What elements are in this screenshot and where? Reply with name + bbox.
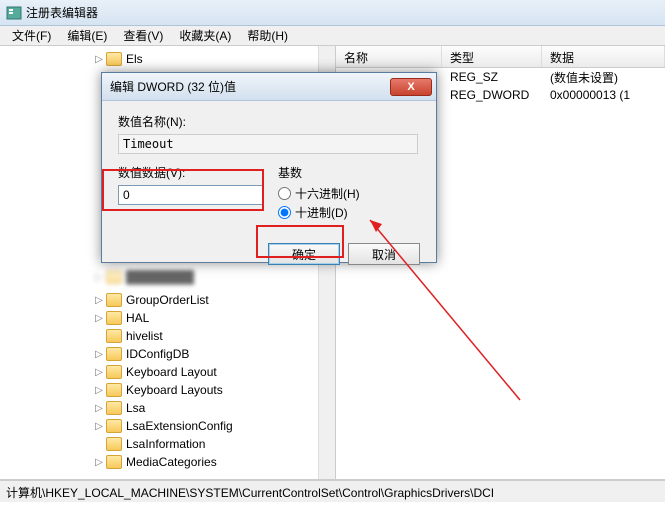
tree-item-label: GroupOrderList xyxy=(126,293,209,307)
folder-icon xyxy=(106,311,122,325)
statusbar: 计算机\HKEY_LOCAL_MACHINE\SYSTEM\CurrentCon… xyxy=(0,480,665,502)
tree-item-label: Els xyxy=(126,52,143,66)
tree-item-label: MediaCategories xyxy=(126,455,217,469)
tree-item[interactable]: ▷ MediaCategories xyxy=(0,453,318,471)
tree-item-label: Keyboard Layout xyxy=(126,365,217,379)
value-data-input[interactable] xyxy=(118,185,264,205)
app-icon xyxy=(6,5,22,21)
radio-dec[interactable]: 十进制(D) xyxy=(278,204,360,221)
tree-item-label: LsaInformation xyxy=(126,437,205,451)
window-title: 注册表编辑器 xyxy=(26,4,98,21)
radio-hex-label: 十六进制(H) xyxy=(295,185,360,202)
cell-data: 0x00000013 (1 xyxy=(542,88,665,102)
radio-dec-input[interactable] xyxy=(278,206,291,219)
radio-hex[interactable]: 十六进制(H) xyxy=(278,185,360,202)
col-header-type[interactable]: 类型 xyxy=(442,46,542,67)
base-label: 基数 xyxy=(278,164,360,181)
window-titlebar: 注册表编辑器 xyxy=(0,0,665,26)
menu-file[interactable]: 文件(F) xyxy=(4,25,59,46)
value-data-label: 数值数据(V): xyxy=(118,164,278,181)
tree-item[interactable]: ▷ IDConfigDB xyxy=(0,345,318,363)
tree-item-label: Lsa xyxy=(126,401,145,415)
ok-button[interactable]: 确定 xyxy=(268,243,340,265)
tree-item[interactable]: ▷ Keyboard Layout xyxy=(0,363,318,381)
tree-item[interactable]: LsaInformation xyxy=(0,435,318,453)
expand-icon[interactable]: ▷ xyxy=(92,313,106,324)
dialog-titlebar[interactable]: 编辑 DWORD (32 位)值 X xyxy=(102,73,436,101)
tree-item-label: HAL xyxy=(126,311,149,325)
cell-type: REG_DWORD xyxy=(442,88,542,102)
value-name-field: Timeout xyxy=(118,134,418,154)
close-icon: X xyxy=(407,81,414,93)
col-header-name[interactable]: 名称 xyxy=(336,46,442,67)
dialog-title: 编辑 DWORD (32 位)值 xyxy=(110,78,236,95)
dialog-body: 数值名称(N): Timeout 数值数据(V): 基数 十六进制(H) 十进制… xyxy=(102,101,436,235)
folder-icon xyxy=(106,347,122,361)
list-header: 名称 类型 数据 xyxy=(336,46,665,68)
tree-item[interactable]: ▷ GroupOrderList xyxy=(0,291,318,309)
tree-item-label: hivelist xyxy=(126,329,163,343)
tree-item-label: LsaExtensionConfig xyxy=(126,419,233,433)
tree-item[interactable]: ▷ Keyboard Layouts xyxy=(0,381,318,399)
folder-icon xyxy=(106,383,122,397)
tree-item[interactable]: ▷ LsaExtensionConfig xyxy=(0,417,318,435)
radio-hex-input[interactable] xyxy=(278,187,291,200)
expand-icon[interactable]: ▷ xyxy=(92,349,106,360)
cell-type: REG_SZ xyxy=(442,70,542,84)
folder-icon xyxy=(106,437,122,451)
menu-edit[interactable]: 编辑(E) xyxy=(59,25,115,46)
expand-icon[interactable]: ▷ xyxy=(92,385,106,396)
menu-help[interactable]: 帮助(H) xyxy=(239,25,296,46)
folder-icon xyxy=(106,365,122,379)
col-header-data[interactable]: 数据 xyxy=(542,46,665,67)
tree-item-label: Keyboard Layouts xyxy=(126,383,223,397)
folder-icon xyxy=(106,293,122,307)
radio-dec-label: 十进制(D) xyxy=(295,204,348,221)
tree-item[interactable]: ▷ Els xyxy=(0,50,335,68)
close-button[interactable]: X xyxy=(390,78,432,96)
folder-icon xyxy=(106,52,122,66)
expand-icon[interactable]: ▷ xyxy=(92,421,106,432)
cell-data: (数值未设置) xyxy=(542,69,665,86)
tree-item[interactable]: hivelist xyxy=(0,327,318,345)
folder-icon xyxy=(106,455,122,469)
expand-icon[interactable]: ▷ xyxy=(92,403,106,414)
menu-view[interactable]: 查看(V) xyxy=(115,25,171,46)
menubar: 文件(F) 编辑(E) 查看(V) 收藏夹(A) 帮助(H) xyxy=(0,26,665,46)
tree-item[interactable]: ▷ HAL xyxy=(0,309,318,327)
value-name-label: 数值名称(N): xyxy=(118,113,420,130)
edit-dword-dialog: 编辑 DWORD (32 位)值 X 数值名称(N): Timeout 数值数据… xyxy=(101,72,437,263)
menu-favorites[interactable]: 收藏夹(A) xyxy=(171,25,239,46)
statusbar-path: 计算机\HKEY_LOCAL_MACHINE\SYSTEM\CurrentCon… xyxy=(6,486,494,500)
expand-icon[interactable]: ▷ xyxy=(92,367,106,378)
tree-item-label: IDConfigDB xyxy=(126,347,189,361)
expand-icon[interactable]: ▷ xyxy=(92,295,106,306)
cancel-button[interactable]: 取消 xyxy=(348,243,420,265)
expand-icon[interactable]: ▷ xyxy=(92,457,106,468)
folder-icon xyxy=(106,401,122,415)
folder-icon xyxy=(106,419,122,433)
expand-icon[interactable]: ▷ xyxy=(92,54,106,65)
tree-item[interactable]: ▷ Lsa xyxy=(0,399,318,417)
folder-icon xyxy=(106,329,122,343)
